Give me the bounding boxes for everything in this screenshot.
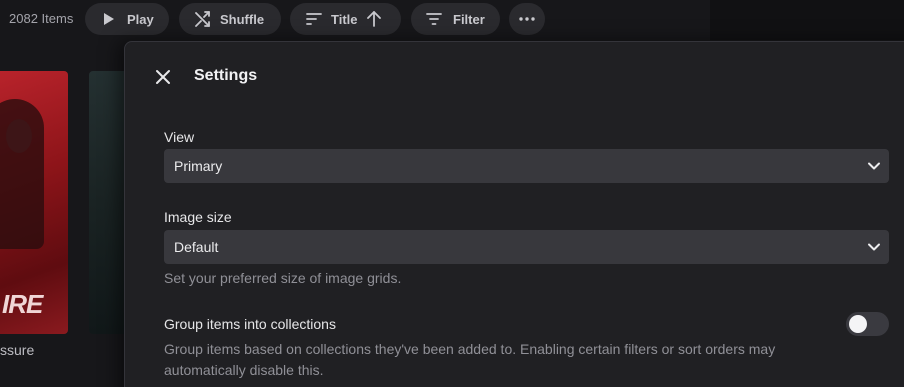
filter-icon: [426, 13, 442, 25]
settings-panel: Settings View Primary Image size Default…: [124, 41, 904, 387]
close-icon[interactable]: [154, 68, 172, 86]
group-collections-help-line1: Group items based on collections they've…: [164, 341, 776, 357]
play-label: Play: [127, 11, 154, 27]
sort-label: Title: [331, 11, 358, 27]
chevron-down-icon: [868, 243, 880, 251]
poster-title-art: IRE: [2, 289, 43, 319]
more-options-button[interactable]: [509, 3, 545, 35]
library-toolbar: 2082 Items Play Shuffle Title Filter: [0, 0, 904, 40]
view-select[interactable]: Primary: [164, 149, 889, 183]
image-size-select[interactable]: Default: [164, 230, 889, 264]
play-button[interactable]: Play: [85, 3, 169, 35]
image-size-select-value: Default: [174, 239, 219, 255]
view-label: View: [164, 129, 195, 145]
chevron-down-icon: [868, 162, 880, 170]
sort-icon: [306, 13, 322, 25]
image-size-help: Set your preferred size of image grids.: [164, 270, 402, 286]
play-icon: [104, 13, 114, 25]
items-count: 2082 Items: [9, 11, 74, 26]
group-collections-help-line2: automatically disable this.: [164, 362, 324, 378]
toggle-knob: [849, 315, 867, 333]
filter-button[interactable]: Filter: [411, 3, 500, 35]
sort-button[interactable]: Title: [290, 3, 401, 35]
poster-caption[interactable]: ssure: [0, 342, 34, 358]
arrow-up-icon: [366, 11, 381, 27]
group-collections-label: Group items into collections: [164, 316, 336, 332]
shuffle-icon: [195, 11, 210, 27]
group-collections-toggle[interactable]: [846, 312, 889, 336]
library-page: 2082 Items Play Shuffle Title Filter IRE…: [0, 0, 904, 387]
filter-label: Filter: [453, 11, 485, 27]
view-select-value: Primary: [174, 158, 223, 174]
poster-thumbnail[interactable]: IRE: [0, 71, 68, 334]
poster-thumbnail-2[interactable]: [89, 71, 129, 334]
group-collections-help: Group items based on collections they've…: [164, 339, 775, 381]
settings-title: Settings: [194, 67, 258, 84]
poster-figure-head: [6, 119, 32, 153]
image-size-label: Image size: [164, 209, 232, 225]
toolbar-right-area: [710, 0, 904, 40]
shuffle-label: Shuffle: [220, 11, 265, 27]
shuffle-button[interactable]: Shuffle: [179, 3, 281, 35]
more-icon: [519, 17, 535, 21]
